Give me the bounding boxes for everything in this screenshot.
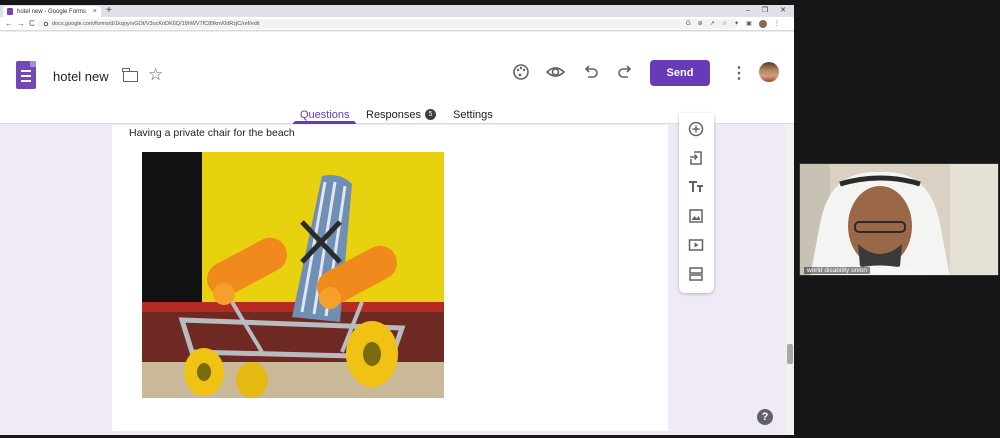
- forms-header: hotel new ☆ Send ⋮ Questions Responses 5: [0, 32, 794, 124]
- extensions-icon[interactable]: ✦: [734, 19, 739, 29]
- window-controls: – ❐ ✕: [746, 5, 786, 17]
- form-tabs: Questions Responses 5 Settings: [0, 106, 794, 124]
- zoom-icon[interactable]: ⊕: [698, 19, 703, 29]
- account-avatar[interactable]: [759, 62, 779, 82]
- sidebar-icon[interactable]: ▣: [746, 19, 752, 29]
- lock-icon: [44, 22, 48, 26]
- browser-tab[interactable]: hotel new - Google Forms ×: [3, 6, 101, 17]
- star-icon[interactable]: ☆: [148, 65, 163, 85]
- tab-settings[interactable]: Settings: [453, 109, 493, 121]
- add-image-icon[interactable]: [688, 208, 704, 224]
- tab-close-icon[interactable]: ×: [93, 8, 97, 15]
- url-field[interactable]: docs.google.com/forms/d/1kqoyrvGOt/V3ocK…: [38, 19, 738, 29]
- import-questions-icon[interactable]: [688, 150, 704, 166]
- add-video-icon[interactable]: [688, 237, 704, 253]
- forward-button[interactable]: →: [17, 18, 25, 30]
- share-icon[interactable]: ↗: [710, 19, 715, 29]
- add-question-icon[interactable]: [688, 121, 704, 137]
- url-text: docs.google.com/forms/d/1kqoyrvGOt/V3ocK…: [52, 21, 260, 27]
- question-toolbar: [679, 113, 714, 293]
- participant-name-label: world disability union: [804, 267, 870, 274]
- screen: hotel new - Google Forms × + – ❐ ✕ ← → C…: [0, 0, 1000, 438]
- send-button[interactable]: Send: [650, 60, 710, 86]
- reload-button[interactable]: C: [29, 18, 35, 30]
- folder-icon[interactable]: [122, 68, 138, 82]
- form-title[interactable]: hotel new: [53, 69, 109, 84]
- new-tab-button[interactable]: +: [106, 5, 112, 16]
- question-title[interactable]: Having a private chair for the beach: [129, 127, 295, 139]
- palette-icon[interactable]: [512, 63, 530, 86]
- browser-menu-icon[interactable]: ⋮: [774, 19, 780, 29]
- help-icon[interactable]: ?: [757, 409, 773, 425]
- forms-favicon-icon: [7, 8, 13, 15]
- tab-responses[interactable]: Responses: [366, 109, 421, 121]
- eye-icon[interactable]: [545, 63, 566, 86]
- tab-questions[interactable]: Questions: [300, 109, 350, 121]
- page-scrollbar[interactable]: [786, 124, 794, 435]
- redo-icon[interactable]: [617, 63, 633, 86]
- active-tab-indicator: [293, 121, 356, 124]
- participant-video-tile[interactable]: world disability union: [799, 163, 999, 276]
- back-button[interactable]: ←: [5, 18, 13, 30]
- google-forms-logo-icon[interactable]: [16, 61, 36, 89]
- scrollbar-thumb[interactable]: [787, 344, 793, 364]
- profile-avatar[interactable]: [758, 20, 767, 28]
- google-icon[interactable]: G: [686, 19, 691, 29]
- close-window-button[interactable]: ✕: [780, 5, 786, 17]
- browser-action-icons: G ⊕ ↗ ☆ ✦ ▣ ⋮: [686, 19, 780, 29]
- browser-window: hotel new - Google Forms × + – ❐ ✕ ← → C…: [0, 5, 794, 435]
- minimize-button[interactable]: –: [746, 5, 750, 17]
- tab-strip: hotel new - Google Forms × + – ❐ ✕: [0, 5, 794, 17]
- undo-icon[interactable]: [583, 63, 599, 86]
- responses-count-badge: 5: [425, 109, 436, 120]
- more-vert-icon[interactable]: ⋮: [731, 63, 747, 83]
- add-section-icon[interactable]: [688, 266, 704, 282]
- address-bar: ← → C docs.google.com/forms/d/1kqoyrvGOt…: [0, 17, 794, 31]
- question-card[interactable]: Having a private chair for the beach: [112, 125, 668, 431]
- question-image[interactable]: [142, 152, 444, 398]
- add-title-icon[interactable]: [688, 179, 704, 195]
- restore-button[interactable]: ❐: [762, 5, 768, 17]
- bookmark-star-icon[interactable]: ☆: [722, 19, 727, 29]
- browser-tab-title: hotel new - Google Forms: [17, 8, 87, 15]
